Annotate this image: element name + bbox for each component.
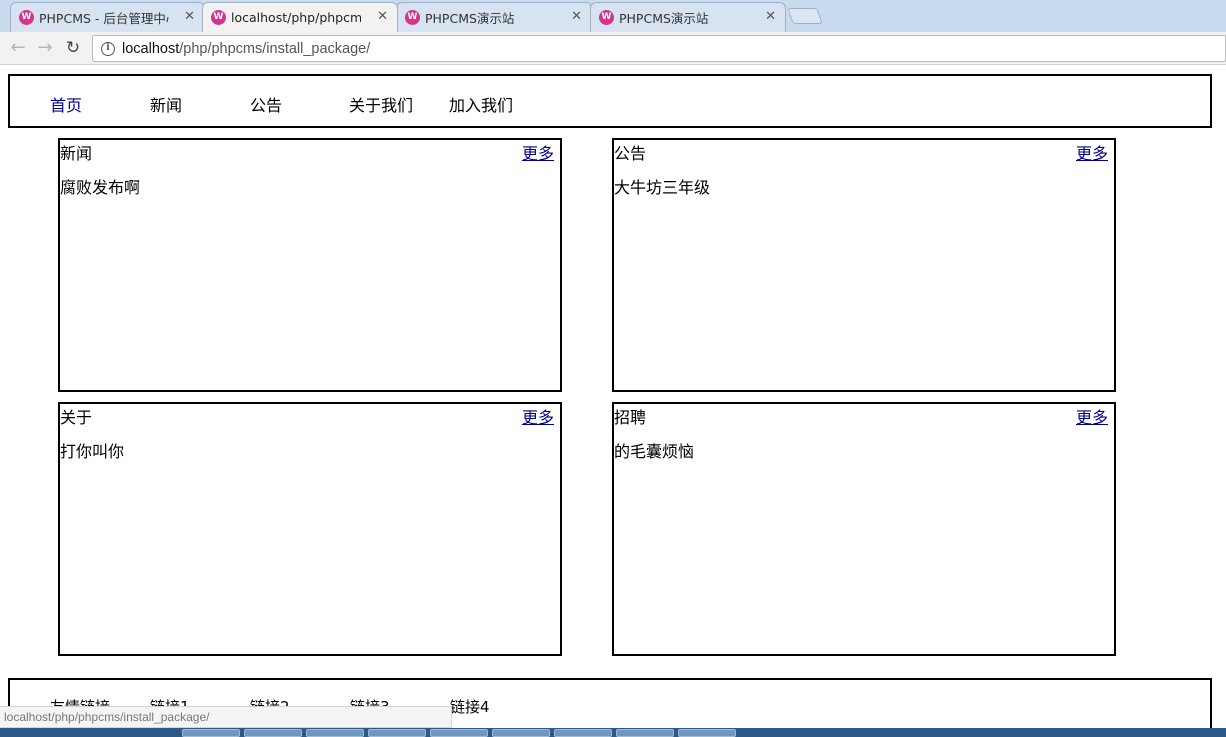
list-item[interactable]: 打你叫你 [60, 438, 124, 462]
taskbar-item[interactable] [368, 729, 426, 737]
tab-strip: W PHPCMS - 后台管理中心 ✕ W localhost/php/phpc… [0, 0, 1226, 32]
taskbar [0, 728, 1226, 737]
browser-tab-demo-2[interactable]: W PHPCMS演示站 ✕ [590, 2, 786, 32]
tab-title: PHPCMS演示站 [425, 11, 515, 26]
taskbar-item[interactable] [306, 729, 364, 737]
back-arrow-icon[interactable]: ← [7, 37, 29, 59]
panel-notice: 公告 更多 大牛坊三年级 [612, 138, 1116, 392]
taskbar-item[interactable] [554, 729, 612, 737]
tab-title: PHPCMS演示站 [619, 11, 709, 26]
panel-news: 新闻 更多 腐败发布啊 [58, 138, 562, 392]
url-path: /php/phpcms/install_package/ [179, 40, 371, 57]
more-link[interactable]: 更多 [1076, 140, 1108, 164]
browser-tab-demo-1[interactable]: W PHPCMS演示站 ✕ [396, 2, 592, 32]
tab-title: PHPCMS - 后台管理中心 [39, 11, 169, 26]
close-icon[interactable]: ✕ [765, 9, 776, 24]
taskbar-item[interactable] [678, 729, 736, 737]
panel-about: 关于 更多 打你叫你 [58, 402, 562, 656]
list-item[interactable]: 的毛囊烦恼 [614, 438, 694, 462]
panel-title: 新闻 [60, 144, 93, 163]
address-bar[interactable]: i localhost/php/phpcms/install_package/ [92, 35, 1226, 62]
panel-title: 关于 [60, 408, 93, 427]
footer-link-4[interactable]: 链接4 [450, 696, 490, 717]
new-tab-button[interactable] [787, 8, 823, 24]
more-link[interactable]: 更多 [522, 404, 554, 428]
panel-title: 招聘 [614, 408, 647, 427]
list-item[interactable]: 大牛坊三年级 [614, 174, 710, 198]
phpcms-icon: W [599, 10, 614, 25]
browser-tab-admin[interactable]: W PHPCMS - 后台管理中心 ✕ [10, 2, 205, 32]
reload-icon[interactable]: ↻ [62, 37, 84, 59]
status-bubble: localhost/php/phpcms/install_package/ [0, 706, 452, 728]
taskbar-item[interactable] [492, 729, 550, 737]
close-icon[interactable]: ✕ [377, 9, 388, 24]
nav-link-home[interactable]: 首页 [50, 92, 82, 116]
info-icon[interactable]: i [101, 41, 115, 56]
forward-arrow-icon[interactable]: → [34, 37, 56, 59]
page-content: 首页 新闻 公告 关于我们 加入我们 新闻 更多 腐败发布啊 公告 更多 大牛坊… [0, 66, 1226, 737]
browser-tab-localhost[interactable]: W localhost/php/phpcms/ ✕ [202, 2, 398, 32]
taskbar-item[interactable] [244, 729, 302, 737]
more-link[interactable]: 更多 [522, 140, 554, 164]
url-host: localhost [122, 40, 180, 57]
close-icon[interactable]: ✕ [571, 9, 582, 24]
panel-jobs: 招聘 更多 的毛囊烦恼 [612, 402, 1116, 656]
browser-toolbar: ← → ↻ i localhost/php/phpcms/install_pac… [0, 32, 1226, 65]
url-text[interactable]: localhost/php/phpcms/install_package/ [122, 41, 370, 57]
more-link[interactable]: 更多 [1076, 404, 1108, 428]
top-navigation: 首页 新闻 公告 关于我们 加入我们 [8, 74, 1212, 128]
taskbar-item[interactable] [616, 729, 674, 737]
phpcms-icon: W [19, 10, 34, 25]
taskbar-item[interactable] [182, 729, 240, 737]
nav-link-notice[interactable]: 公告 [250, 92, 282, 116]
taskbar-item[interactable] [430, 729, 488, 737]
phpcms-icon: W [405, 10, 420, 25]
list-item[interactable]: 腐败发布啊 [60, 174, 140, 198]
nav-link-news[interactable]: 新闻 [150, 92, 182, 116]
nav-link-about[interactable]: 关于我们 [349, 92, 413, 116]
tab-title: localhost/php/phpcms/ [231, 10, 361, 25]
close-icon[interactable]: ✕ [184, 9, 195, 24]
phpcms-icon: W [211, 10, 226, 25]
nav-link-join[interactable]: 加入我们 [449, 92, 513, 116]
panel-title: 公告 [614, 144, 647, 163]
